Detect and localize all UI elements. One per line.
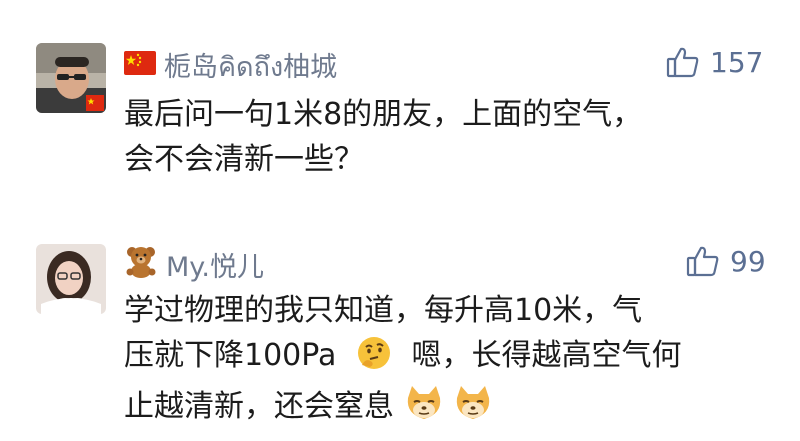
comment-line: 止越清新，还会窒息 [124,384,764,435]
comment-author[interactable]: My.悦儿 [124,244,264,285]
doge-emoji-icon [404,384,444,435]
comment-item: My.悦儿 99 学过物理的我只知道，每升高10米，气 压就下降100Pa 嗯，… [0,200,800,441]
comment-fragment: 止越清新，还会窒息 [124,389,394,424]
comment-line: 压就下降100Pa 嗯，长得越高空气何 [124,333,764,384]
thumbs-up-icon [686,246,719,277]
teddy-bear-icon [124,244,158,285]
comment-line: 会不会清新一些？ [124,142,364,177]
comment-text: 最后问一句1米8的朋友，上面的空气， 会不会清新一些？ [124,92,764,182]
comment-author[interactable]: 栀岛คิดถึง柚城 [124,45,337,88]
comment-fragment: 嗯，长得越高空气何 [411,338,682,373]
like-count: 99 [730,244,766,278]
comment-line: 学过物理的我只知道，每升高10米，气 [124,293,643,328]
doge-emoji-icon [453,384,493,435]
avatar[interactable] [36,43,106,113]
author-name: My.悦儿 [166,252,265,283]
china-flag-icon [124,51,156,82]
avatar[interactable] [36,244,106,314]
like-button[interactable]: 157 [666,45,763,79]
like-count: 157 [710,45,764,79]
thumbs-up-icon [666,47,699,78]
thinking-face-emoji-icon [356,335,392,384]
comment-text: 学过物理的我只知道，每升高10米，气 压就下降100Pa 嗯，长得越高空气何 止… [124,288,764,435]
like-button[interactable]: 99 [686,244,766,278]
comment-line: 最后问一句1米8的朋友，上面的空气， [124,97,643,132]
author-name: 栀岛คิดถึง柚城 [164,52,338,83]
comment-item: 栀岛คิดถึง柚城 157 最后问一句1米8的朋友，上面的空气， 会不会清新一… [0,0,800,200]
comment-fragment: 压就下降100Pa [124,338,337,373]
